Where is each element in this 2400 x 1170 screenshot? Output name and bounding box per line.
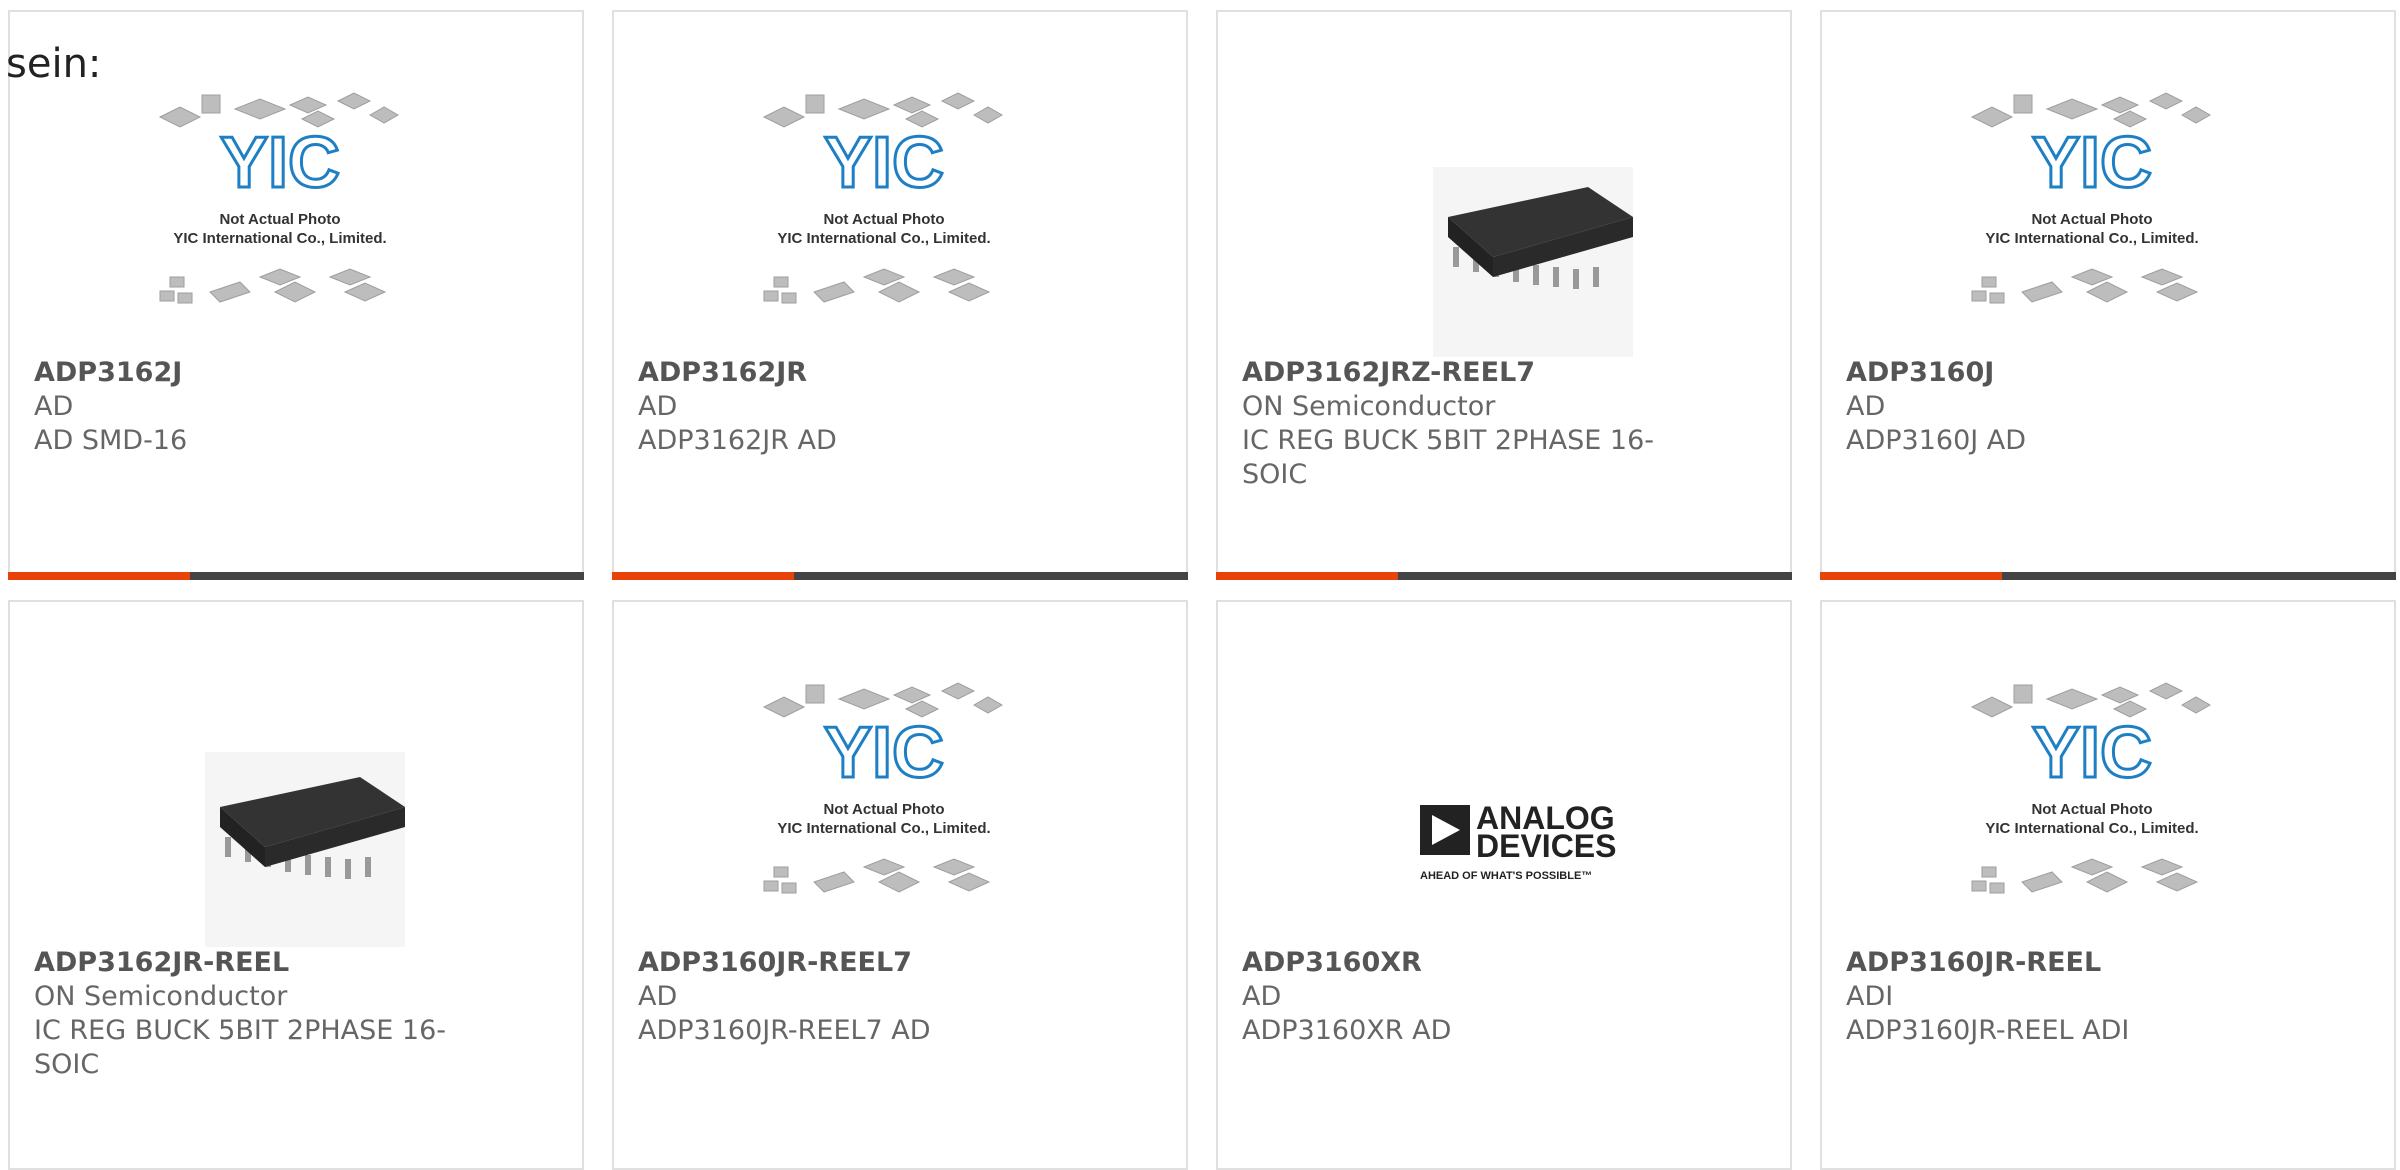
part-number[interactable]: ADP3162JR: [638, 356, 1086, 390]
description: ADP3160J AD: [1846, 425, 2027, 456]
product-card[interactable]: YIC Not Actual Photo YIC International C…: [612, 600, 1188, 1170]
adi-logo-tagline: AHEAD OF WHAT'S POSSIBLE™: [1420, 870, 1592, 882]
placeholder-line1: Not Actual Photo: [2031, 801, 2152, 818]
placeholder-line1: Not Actual Photo: [219, 211, 340, 228]
product-image: YIC Not Actual Photo YIC International C…: [744, 677, 1064, 947]
card-bottom-bar: [1820, 572, 2396, 580]
description: ADP3160JR-REEL ADI: [1846, 1015, 2130, 1046]
manufacturer: ADI: [1846, 981, 1894, 1012]
yic-logo-text: YIC: [824, 713, 944, 793]
product-info: ADP3160JR-REEL7 AD ADP3160JR-REEL7 AD: [638, 946, 1086, 1048]
manufacturer: AD: [34, 391, 74, 422]
description: IC REG BUCK 5BIT 2PHASE 16-SOIC: [34, 1015, 447, 1080]
product-card[interactable]: YIC Not Actual Photo YIC International C…: [612, 10, 1188, 580]
product-image: YIC Not Actual Photo YIC International C…: [744, 87, 1064, 357]
placeholder-line2: YIC International Co., Limited.: [173, 230, 386, 247]
yic-logo-text: YIC: [2032, 123, 2152, 203]
yic-placeholder-image: YIC Not Actual Photo YIC International C…: [1970, 92, 2212, 304]
part-number[interactable]: ADP3160JR-REEL: [1846, 946, 2294, 980]
yic-logo-text: YIC: [2032, 713, 2152, 793]
yic-placeholder-image: YIC Not Actual Photo YIC International C…: [762, 682, 1004, 894]
part-number[interactable]: ADP3162J: [34, 356, 482, 390]
manufacturer: AD: [1846, 391, 1886, 422]
product-card[interactable]: ANALOG DEVICES AHEAD OF WHAT'S POSSIBLE™…: [1216, 600, 1792, 1170]
description: IC REG BUCK 5BIT 2PHASE 16-SOIC: [1242, 425, 1655, 490]
product-image: [140, 677, 460, 947]
product-image: YIC Not Actual Photo YIC International C…: [1952, 677, 2272, 947]
soic-chip-image: [205, 752, 405, 947]
description: ADP3160JR-REEL7 AD: [638, 1015, 931, 1046]
product-grid: YIC Not Actual Photo YIC International C…: [0, 0, 2400, 1170]
description: ADP3160XR AD: [1242, 1015, 1452, 1046]
product-card[interactable]: YIC Not Actual Photo YIC International C…: [1820, 10, 2396, 580]
product-image: YIC Not Actual Photo YIC International C…: [140, 87, 460, 357]
description: ADP3162JR AD: [638, 425, 837, 456]
manufacturer: ON Semiconductor: [34, 981, 288, 1012]
part-number[interactable]: ADP3162JR-REEL: [34, 946, 482, 980]
manufacturer: ON Semiconductor: [1242, 391, 1496, 422]
card-bar-accent: [8, 572, 190, 580]
placeholder-line2: YIC International Co., Limited.: [777, 230, 990, 247]
yic-logo-text: YIC: [824, 123, 944, 203]
placeholder-line2: YIC International Co., Limited.: [1985, 820, 2198, 837]
card-bottom-bar: [1216, 572, 1792, 580]
product-info: ADP3160JR-REEL ADI ADP3160JR-REEL ADI: [1846, 946, 2294, 1048]
product-info: ADP3160J AD ADP3160J AD: [1846, 356, 2294, 458]
placeholder-line1: Not Actual Photo: [823, 211, 944, 228]
part-number[interactable]: ADP3160XR: [1242, 946, 1690, 980]
manufacturer: AD: [638, 391, 678, 422]
part-number[interactable]: ADP3160JR-REEL7: [638, 946, 1086, 980]
placeholder-line2: YIC International Co., Limited.: [777, 820, 990, 837]
product-info: ADP3162J AD AD SMD-16: [34, 356, 482, 458]
product-image: ANALOG DEVICES AHEAD OF WHAT'S POSSIBLE™: [1348, 677, 1668, 947]
yic-placeholder-image: YIC Not Actual Photo YIC International C…: [1970, 682, 2212, 894]
placeholder-line2: YIC International Co., Limited.: [1985, 230, 2198, 247]
analog-devices-logo: ANALOG DEVICES AHEAD OF WHAT'S POSSIBLE™: [1420, 800, 1616, 882]
section-heading: sein:: [6, 41, 102, 87]
yic-logo-text: YIC: [220, 123, 340, 203]
manufacturer: AD: [638, 981, 678, 1012]
placeholder-line1: Not Actual Photo: [823, 801, 944, 818]
product-card[interactable]: ADP3162JR-REEL ON Semiconductor IC REG B…: [8, 600, 584, 1170]
card-bottom-bar: [612, 572, 1188, 580]
product-info: ADP3162JR-REEL ON Semiconductor IC REG B…: [34, 946, 482, 1082]
placeholder-line1: Not Actual Photo: [2031, 211, 2152, 228]
product-card[interactable]: YIC Not Actual Photo YIC International C…: [8, 10, 584, 580]
product-info: ADP3160XR AD ADP3160XR AD: [1242, 946, 1690, 1048]
manufacturer: AD: [1242, 981, 1282, 1012]
product-info: ADP3162JRZ-REEL7 ON Semiconductor IC REG…: [1242, 356, 1690, 492]
product-image: YIC Not Actual Photo YIC International C…: [1952, 87, 2272, 357]
soic-chip-image: [1433, 167, 1633, 357]
card-bar-accent: [1820, 572, 2002, 580]
product-image: [1348, 87, 1668, 357]
card-bottom-bar: [8, 572, 584, 580]
product-info: ADP3162JR AD ADP3162JR AD: [638, 356, 1086, 458]
product-card[interactable]: ADP3162JRZ-REEL7 ON Semiconductor IC REG…: [1216, 10, 1792, 580]
part-number[interactable]: ADP3160J: [1846, 356, 2294, 390]
card-bar-accent: [1216, 572, 1398, 580]
product-card[interactable]: YIC Not Actual Photo YIC International C…: [1820, 600, 2396, 1170]
yic-placeholder-image: YIC Not Actual Photo YIC International C…: [762, 92, 1004, 304]
adi-logo-line2: DEVICES: [1476, 828, 1616, 864]
description: AD SMD-16: [34, 425, 188, 456]
card-bar-accent: [612, 572, 794, 580]
part-number[interactable]: ADP3162JRZ-REEL7: [1242, 356, 1690, 390]
yic-placeholder-image: YIC Not Actual Photo YIC International C…: [158, 92, 400, 304]
